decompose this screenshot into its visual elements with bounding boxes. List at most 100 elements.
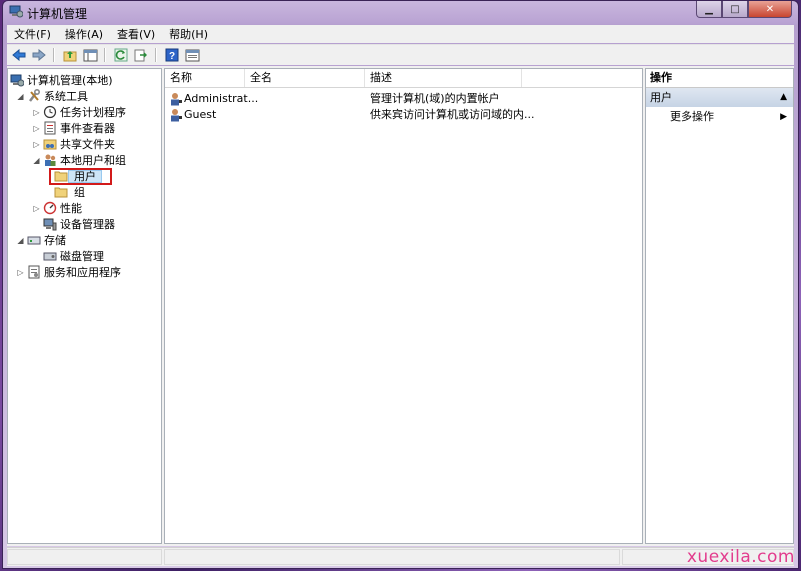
performance-icon <box>43 201 57 215</box>
tree-label: 系统工具 <box>44 90 88 103</box>
svg-text:?: ? <box>169 51 175 62</box>
user-description: 供来宾访问计算机或访问域的内... <box>370 108 535 121</box>
maximize-button[interactable]: □ <box>722 1 748 18</box>
toolbar-separator <box>53 48 55 62</box>
tree-label: 服务和应用程序 <box>44 266 121 279</box>
tree-item-device-manager[interactable]: 设备管理器 <box>43 216 115 232</box>
actions-pane: 操作 用户 ▲ 更多操作 ▶ <box>645 68 794 544</box>
status-segment <box>7 549 162 565</box>
expand-arrow-icon[interactable]: ▷ <box>16 268 25 277</box>
user-name: Administrat... <box>184 92 259 105</box>
event-viewer-icon <box>44 121 56 135</box>
users-group-icon <box>45 154 56 166</box>
tree-item-local-users-groups[interactable]: ◢ 本地用户和组 <box>32 152 126 168</box>
back-icon <box>12 49 26 61</box>
tree-label: 本地用户和组 <box>60 154 126 167</box>
collapse-arrow-icon[interactable]: ◢ <box>16 236 25 245</box>
menu-action[interactable]: 操作(A) <box>58 26 110 42</box>
tree-label: 任务计划程序 <box>60 106 126 119</box>
back-button[interactable] <box>11 47 27 63</box>
toolbar-separator <box>155 48 157 62</box>
tree-item-disk-management[interactable]: 磁盘管理 <box>43 248 104 264</box>
show-hide-tree-button[interactable] <box>82 47 98 63</box>
column-header-name[interactable]: 名称 <box>165 69 245 87</box>
help-button[interactable]: ? <box>164 47 180 63</box>
collapse-up-icon[interactable]: ▲ <box>780 88 787 107</box>
expand-arrow-icon[interactable]: ▷ <box>32 140 41 149</box>
tree-item-root[interactable]: 计算机管理(本地) <box>10 72 113 88</box>
actions-header: 操作 <box>646 69 793 88</box>
user-icon <box>171 93 182 106</box>
tree-item-system-tools[interactable]: ◢ 系统工具 <box>16 88 88 104</box>
expand-arrow-icon[interactable]: ▷ <box>32 124 41 133</box>
computer-management-window: 计算机管理 ▁ □ ✕ 文件(F) 操作(A) 查看(V) 帮助(H) ? 计算… <box>2 0 799 569</box>
up-folder-button[interactable] <box>62 47 78 63</box>
console-tree: 计算机管理(本地) ◢ 系统工具 ▷ 任务计划程序 ▷ 事件查看器 ▷ 共享文件… <box>7 68 162 544</box>
maximize-icon: □ <box>730 3 740 15</box>
tree-item-storage[interactable]: ◢ 存储 <box>16 232 66 248</box>
collapse-arrow-icon[interactable]: ◢ <box>16 92 25 101</box>
list-header: 名称 全名 描述 <box>165 69 642 88</box>
close-button[interactable]: ✕ <box>748 1 792 18</box>
users-list: 名称 全名 描述 Administrat... 管理计算机(域)的内置帐户 Gu… <box>164 68 643 544</box>
menu-bar: 文件(F) 操作(A) 查看(V) 帮助(H) <box>7 25 794 43</box>
list-item[interactable]: Administrat... 管理计算机(域)的内置帐户 <box>165 91 642 107</box>
forward-icon <box>32 49 46 61</box>
tree-item-services-apps[interactable]: ▷ 服务和应用程序 <box>16 264 121 280</box>
menu-file[interactable]: 文件(F) <box>7 26 58 42</box>
tree-label: 设备管理器 <box>60 218 115 231</box>
up-folder-icon <box>63 50 76 61</box>
column-header-description[interactable]: 描述 <box>365 69 522 87</box>
export-icon <box>134 49 147 62</box>
section-label: 用户 <box>650 91 672 104</box>
tree-item-task-scheduler[interactable]: ▷ 任务计划程序 <box>32 104 126 120</box>
computer-management-icon <box>10 74 24 87</box>
watermark: xuexila.com <box>686 547 795 567</box>
list-item[interactable]: Guest 供来宾访问计算机或访问域的内... <box>165 107 642 123</box>
refresh-icon <box>114 48 128 62</box>
collapse-arrow-icon[interactable]: ◢ <box>32 156 41 165</box>
column-header-full-name[interactable]: 全名 <box>245 69 365 87</box>
client-area: 计算机管理(本地) ◢ 系统工具 ▷ 任务计划程序 ▷ 事件查看器 ▷ 共享文件… <box>7 66 794 546</box>
refresh-button[interactable] <box>113 47 129 63</box>
properties-button[interactable] <box>184 47 200 63</box>
window-controls: ▁ □ ✕ <box>696 1 792 19</box>
minimize-button[interactable]: ▁ <box>696 1 722 18</box>
more-actions-item[interactable]: 更多操作 <box>670 109 714 125</box>
status-bar <box>7 547 794 566</box>
device-manager-icon <box>43 218 57 231</box>
tree-label: 性能 <box>60 202 82 215</box>
computer-management-icon <box>9 5 23 18</box>
status-segment <box>164 549 620 565</box>
storage-icon <box>27 236 41 245</box>
tree-item-event-viewer[interactable]: ▷ 事件查看器 <box>32 120 115 136</box>
export-button[interactable] <box>133 47 149 63</box>
menu-help[interactable]: 帮助(H) <box>162 26 215 42</box>
shared-folder-icon <box>43 139 57 150</box>
tree-item-shared-folders[interactable]: ▷ 共享文件夹 <box>32 136 115 152</box>
user-icon <box>171 109 182 122</box>
tree-item-groups[interactable]: 组 <box>54 184 85 200</box>
red-highlight-box <box>49 168 112 185</box>
show-hide-tree-icon <box>83 49 97 61</box>
help-icon: ? <box>165 48 179 62</box>
tree-label: 存储 <box>44 234 66 247</box>
forward-button[interactable] <box>31 47 47 63</box>
window-title: 计算机管理 <box>27 7 88 21</box>
menu-view[interactable]: 查看(V) <box>110 26 162 42</box>
tree-label: 共享文件夹 <box>60 138 115 151</box>
services-icon <box>28 265 40 279</box>
tree-label: 事件查看器 <box>60 122 115 135</box>
toolbar-separator <box>104 48 106 62</box>
expand-arrow-icon[interactable]: ▷ <box>32 108 41 117</box>
tree-item-performance[interactable]: ▷ 性能 <box>32 200 82 216</box>
clock-icon <box>43 105 57 119</box>
user-name: Guest <box>184 108 217 121</box>
close-icon: ✕ <box>765 3 775 15</box>
actions-section-users[interactable]: 用户 ▲ <box>646 88 793 107</box>
submenu-arrow-icon[interactable]: ▶ <box>780 109 787 125</box>
title-bar[interactable]: 计算机管理 ▁ □ ✕ <box>3 1 798 23</box>
user-description: 管理计算机(域)的内置帐户 <box>370 92 500 105</box>
expand-arrow-icon[interactable]: ▷ <box>32 204 41 213</box>
toolbar: ? <box>7 44 794 65</box>
